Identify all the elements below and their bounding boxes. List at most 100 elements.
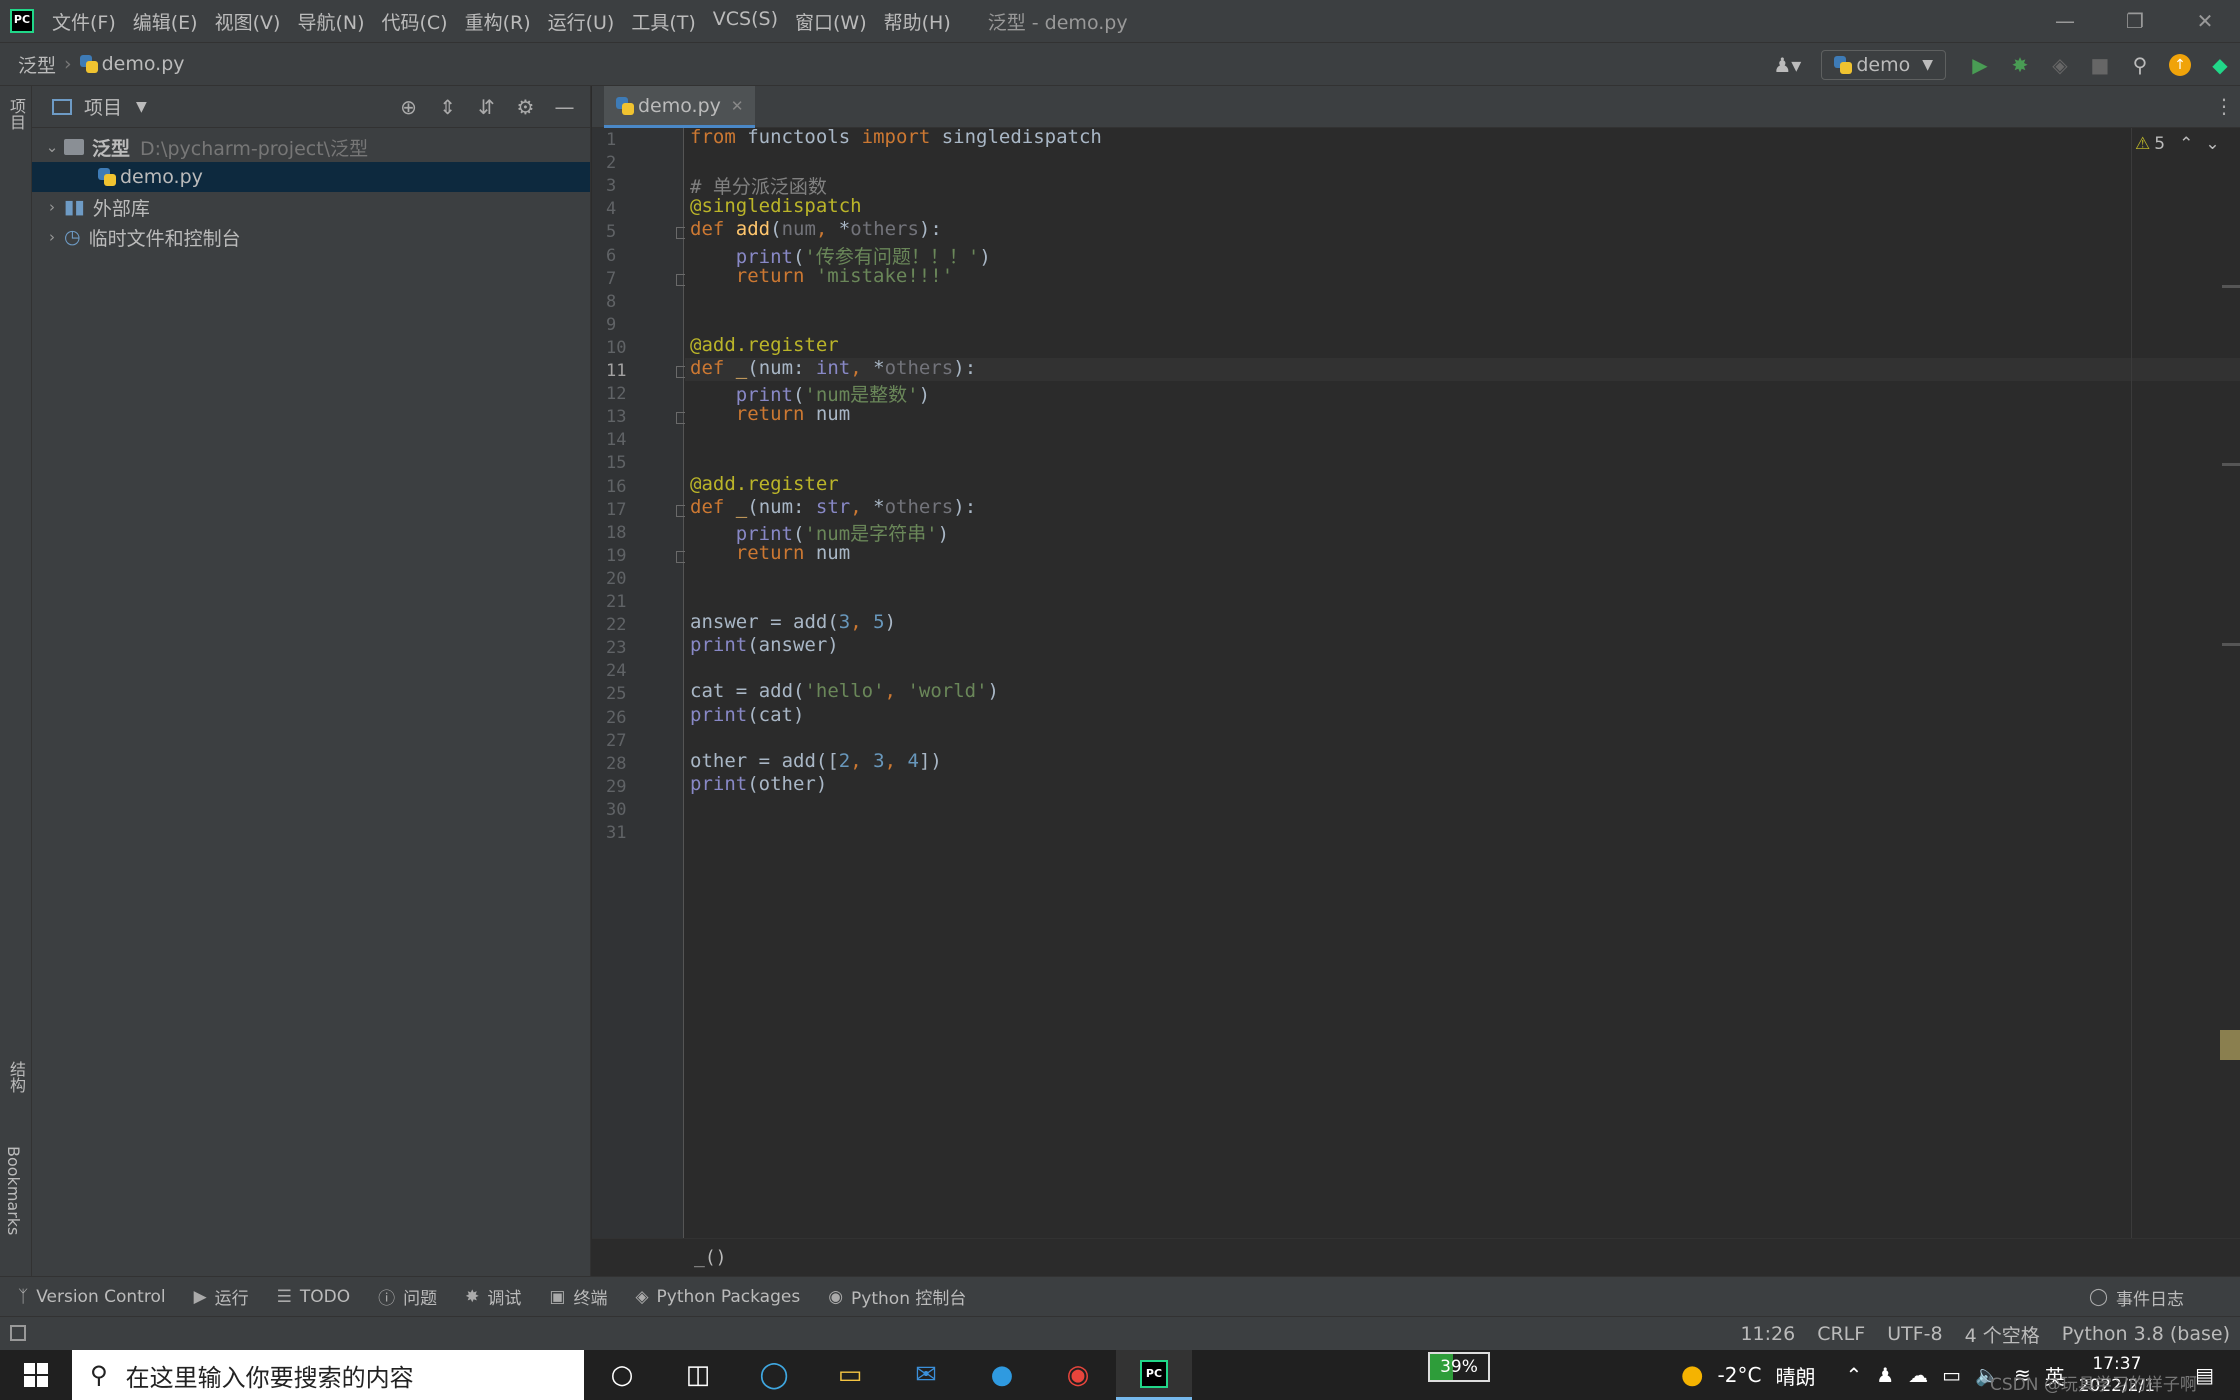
close-icon[interactable]: ✕ [2170,0,2240,42]
close-tab-icon[interactable]: ✕ [731,97,744,115]
chevron-right-icon[interactable]: › [40,228,64,246]
code-line[interactable]: print(cat) [690,704,804,726]
hide-icon[interactable]: — [545,95,584,119]
tool-version-control[interactable]: ᛉ Version Control [18,1287,166,1307]
tool-run[interactable]: ▶ 运行 [194,1284,249,1310]
more-options-icon[interactable]: ⋮ [2214,94,2234,118]
menu-view[interactable]: 视图(V) [215,8,281,35]
tool-debug[interactable]: ✸ 调试 [465,1284,521,1310]
line-number[interactable]: 6 [606,246,636,266]
gear-icon[interactable]: ⚙ [506,95,545,119]
tab-bookmarks[interactable]: Bookmarks [4,1146,23,1235]
line-number[interactable]: 2 [606,153,636,173]
code-line[interactable]: @add.register [690,334,839,356]
line-number[interactable]: 7 [606,269,636,289]
line-number[interactable]: 19 [606,546,636,566]
task-view-icon[interactable]: ◫ [660,1350,736,1400]
run-config-selector[interactable]: demo ▼ [1821,50,1946,80]
tree-item-demo-py[interactable]: demo.py [32,162,590,192]
battery-icon[interactable]: ▭ [1942,1363,1961,1387]
code-line[interactable]: return 'mistake!!!' [690,265,953,287]
breadcrumb-file[interactable]: demo.py [102,53,185,75]
coverage-icon[interactable]: ◈ [2040,43,2080,87]
menu-edit[interactable]: 编辑(E) [133,8,198,35]
line-number[interactable]: 15 [606,453,636,473]
line-number[interactable]: 27 [606,731,636,751]
code-line[interactable]: answer = add(3, 5) [690,611,896,633]
user-icon[interactable]: ♟▾ [1767,43,1807,87]
code-editor[interactable]: from functools import singledispatch # 单分… [685,126,2240,1238]
code-line[interactable]: print(answer) [690,634,839,656]
chevron-right-icon[interactable]: › [40,198,64,216]
update-icon[interactable]: ↑ [2160,43,2200,87]
weather-sun-icon[interactable]: ● [1681,1360,1704,1390]
line-number[interactable]: 16 [606,477,636,497]
line-number[interactable]: 3 [606,176,636,196]
stop-icon[interactable]: ■ [2080,43,2120,87]
run-icon[interactable]: ▶ [1960,43,2000,87]
restore-icon[interactable]: ❐ [2100,0,2170,42]
line-number[interactable]: 17 [606,500,636,520]
code-line[interactable]: def add(num, *others): [690,218,942,240]
previous-highlight-icon[interactable]: ⌃ [2179,134,2193,154]
tool-problems[interactable]: ⓘ 问题 [378,1284,437,1309]
cloud-icon[interactable]: ☁ [1908,1363,1928,1387]
inspection-widget[interactable]: ⚠ 5 ⌃ ⌄ [2135,134,2220,154]
chevron-up-icon[interactable]: ⌃ [1845,1363,1862,1387]
line-number[interactable]: 14 [606,430,636,450]
line-number[interactable]: 23 [606,638,636,658]
line-number[interactable]: 12 [606,384,636,404]
tool-windows-toggle-icon[interactable] [10,1325,26,1341]
caret-position[interactable]: 11:26 [1740,1323,1795,1345]
cortana-icon[interactable]: ○ [584,1350,660,1400]
menu-tools[interactable]: 工具(T) [631,8,695,35]
indent-setting[interactable]: 4 个空格 [1965,1321,2040,1348]
code-line[interactable]: return num [690,403,850,425]
line-number[interactable]: 9 [606,315,636,335]
code-line[interactable]: other = add([2, 3, 4]) [690,750,942,772]
minimize-icon[interactable]: — [2030,0,2100,42]
plugin-icon[interactable]: ◆ [2200,43,2240,87]
menu-file[interactable]: 文件(F) [52,8,116,35]
tab-demo-py[interactable]: demo.py ✕ [604,86,756,128]
code-line[interactable]: cat = add('hello', 'world') [690,680,999,702]
breadcrumb-project[interactable]: 泛型 [18,51,56,78]
tab-project[interactable]: 项目 [4,98,28,130]
menu-window[interactable]: 窗口(W) [795,8,867,35]
tree-item-project-root[interactable]: ⌄ 泛型 D:\pycharm-project\泛型 [32,132,590,162]
temperature[interactable]: -2°C [1718,1363,1762,1387]
battery-indicator[interactable]: 39% [1428,1352,1490,1382]
code-line[interactable]: def _(num: int, *others): [690,357,976,379]
qq-icon[interactable]: ♟ [1876,1363,1894,1387]
line-number[interactable]: 20 [606,569,636,589]
code-line[interactable]: print(other) [690,773,827,795]
line-number[interactable]: 24 [606,661,636,681]
tool-terminal[interactable]: ▣ 终端 [549,1284,607,1310]
scrollbar-thumb[interactable] [2220,1030,2240,1060]
code-line[interactable]: from functools import singledispatch [690,126,1102,148]
line-number[interactable]: 13 [606,407,636,427]
tree-item-external-libraries[interactable]: › ▮▮ 外部库 [32,192,590,222]
code-breadcrumb[interactable]: _() [592,1238,2240,1276]
mail-icon[interactable]: ✉ [888,1350,964,1400]
code-line[interactable]: @singledispatch [690,195,862,217]
tool-todo[interactable]: ☰ TODO [277,1287,351,1307]
tool-event-log[interactable]: ◯ 事件日志 [2089,1277,2184,1317]
file-encoding[interactable]: UTF-8 [1887,1323,1942,1345]
menu-navigate[interactable]: 导航(N) [297,8,364,35]
taskbar-search-box[interactable]: ⚲ 在这里输入你要搜索的内容 [72,1350,584,1400]
tab-structure[interactable]: 结构 [4,1061,28,1093]
line-number[interactable]: 1 [606,130,636,150]
line-number[interactable]: 22 [606,615,636,635]
line-number[interactable]: 29 [606,777,636,797]
project-panel-title[interactable]: 项目 [84,93,122,120]
line-number[interactable]: 5 [606,222,636,242]
code-line[interactable]: def _(num: str, *others): [690,496,976,518]
chevron-down-icon[interactable]: ▼ [136,99,147,115]
menu-code[interactable]: 代码(C) [381,8,447,35]
menu-refactor[interactable]: 重构(R) [465,8,531,35]
tool-python-packages[interactable]: ◈ Python Packages [635,1287,800,1307]
line-number[interactable]: 26 [606,708,636,728]
code-line[interactable]: return num [690,542,850,564]
notification-icon[interactable]: ▤ [2195,1363,2214,1387]
